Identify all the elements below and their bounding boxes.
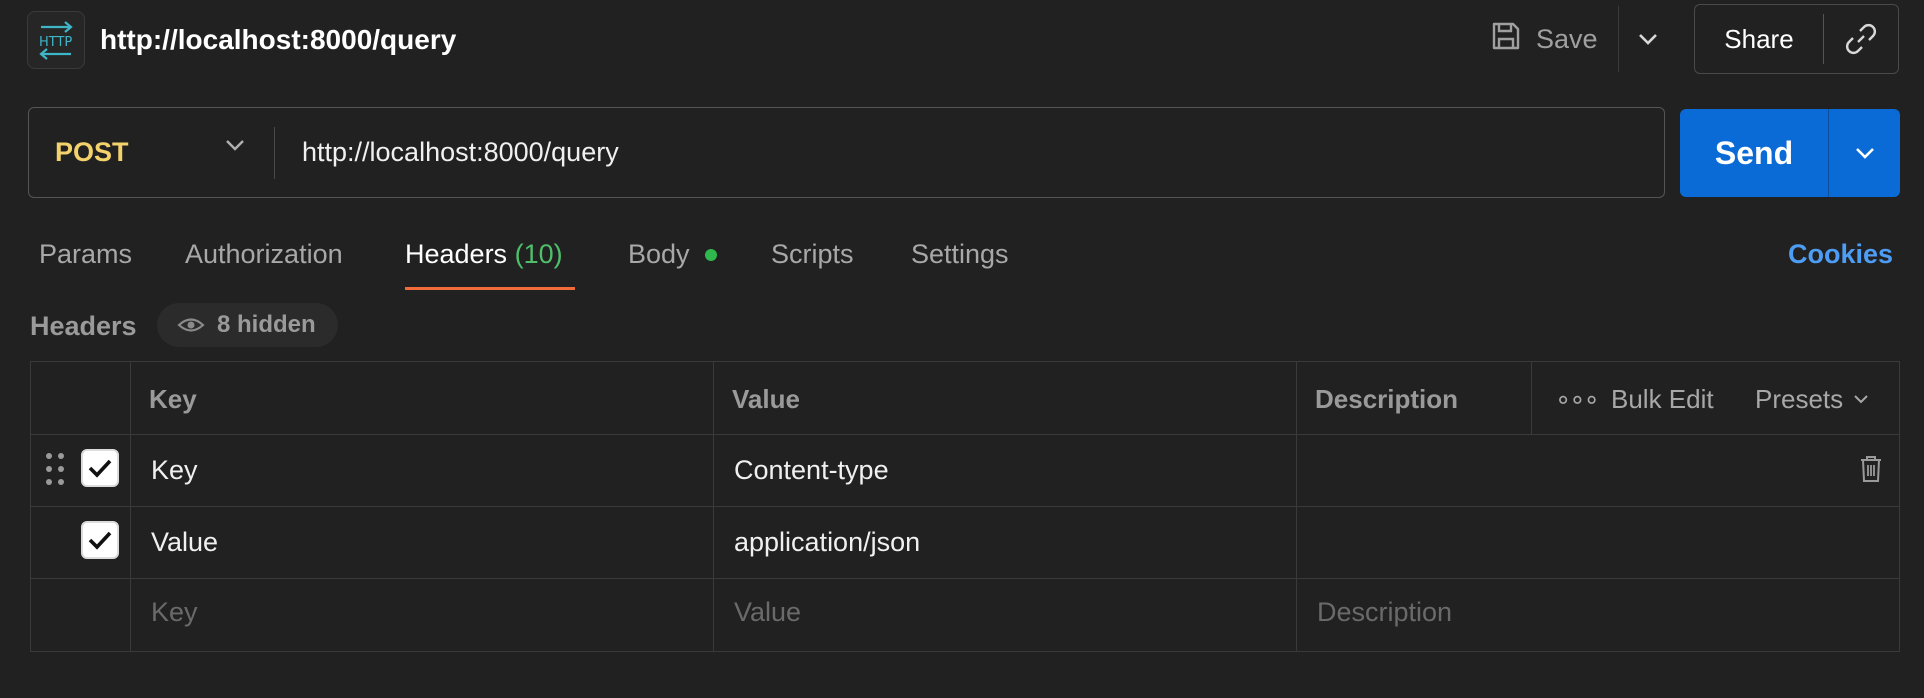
- row-divider: [31, 578, 1899, 579]
- send-button[interactable]: Send: [1680, 109, 1828, 197]
- checkmark-icon: [88, 531, 112, 550]
- row-divider: [31, 434, 1899, 435]
- column-header-key: Key: [149, 384, 197, 414]
- url-input[interactable]: [275, 108, 1664, 197]
- eye-icon: [177, 318, 205, 332]
- tab-settings[interactable]: Settings: [911, 236, 1009, 272]
- row-enabled-checkbox[interactable]: [81, 521, 119, 559]
- tab-headers-label: Headers: [405, 239, 508, 269]
- bulk-edit-button[interactable]: Bulk Edit: [1611, 382, 1714, 416]
- header-key-cell[interactable]: Key: [151, 452, 198, 488]
- method-label: POST: [55, 137, 129, 167]
- tab-params[interactable]: Params: [39, 236, 132, 272]
- row-enabled-checkbox[interactable]: [81, 449, 119, 487]
- method-select[interactable]: POST: [29, 108, 274, 197]
- new-description-input[interactable]: Description: [1317, 594, 1452, 630]
- checkmark-icon: [88, 459, 112, 478]
- tab-headers[interactable]: Headers (10): [405, 236, 563, 272]
- save-label: Save: [1536, 23, 1598, 54]
- active-tab-indicator: [405, 287, 575, 290]
- column-header-description: Description: [1315, 384, 1459, 414]
- header-key-cell[interactable]: Value: [151, 524, 218, 560]
- hidden-headers-toggle[interactable]: 8 hidden: [157, 303, 338, 347]
- save-button[interactable]: Save: [1490, 14, 1598, 64]
- new-value-input[interactable]: Value: [734, 594, 801, 630]
- header-value-cell[interactable]: application/json: [734, 524, 920, 560]
- tab-scripts[interactable]: Scripts: [771, 236, 854, 272]
- save-icon: [1490, 20, 1522, 59]
- drag-handle-icon[interactable]: [45, 452, 65, 491]
- chevron-down-icon: [226, 140, 244, 151]
- row-divider: [31, 506, 1899, 507]
- svg-text:HTTP: HTTP: [39, 35, 72, 50]
- chevron-down-icon: [1855, 148, 1874, 159]
- save-options-button[interactable]: [1630, 20, 1666, 58]
- tab-body[interactable]: Body: [628, 236, 690, 272]
- hidden-headers-count: 8 hidden: [217, 311, 316, 338]
- body-indicator-dot: [705, 249, 717, 261]
- headers-count-badge: (10): [514, 239, 563, 269]
- trash-icon[interactable]: [1859, 455, 1883, 488]
- presets-label: Presets: [1755, 384, 1844, 414]
- column-divider: [1531, 362, 1532, 434]
- cookies-link[interactable]: Cookies: [1788, 236, 1893, 272]
- presets-dropdown[interactable]: Presets: [1755, 382, 1869, 416]
- tab-authorization[interactable]: Authorization: [185, 236, 343, 272]
- link-icon: [1846, 24, 1876, 54]
- chevron-down-icon: [1639, 34, 1657, 45]
- headers-table: Key Value Description ∘∘∘ Bulk Edit Pres…: [30, 361, 1900, 652]
- chevron-down-icon: [1854, 395, 1868, 404]
- column-header-value: Value: [732, 384, 800, 414]
- share-button-group: Share: [1694, 4, 1899, 74]
- share-button[interactable]: Share: [1695, 24, 1823, 55]
- copy-link-button[interactable]: [1824, 22, 1898, 56]
- headers-section-label: Headers: [30, 311, 137, 341]
- request-bar: POST: [28, 107, 1665, 198]
- send-options-button[interactable]: [1829, 109, 1900, 197]
- more-options-button[interactable]: ∘∘∘: [1555, 382, 1600, 416]
- send-button-group: Send: [1680, 109, 1900, 197]
- new-key-input[interactable]: Key: [151, 594, 198, 630]
- http-request-icon: HTTP: [27, 11, 85, 69]
- request-title[interactable]: http://localhost:8000/query: [100, 18, 456, 62]
- save-divider: [1618, 6, 1619, 72]
- header-value-cell[interactable]: Content-type: [734, 452, 889, 488]
